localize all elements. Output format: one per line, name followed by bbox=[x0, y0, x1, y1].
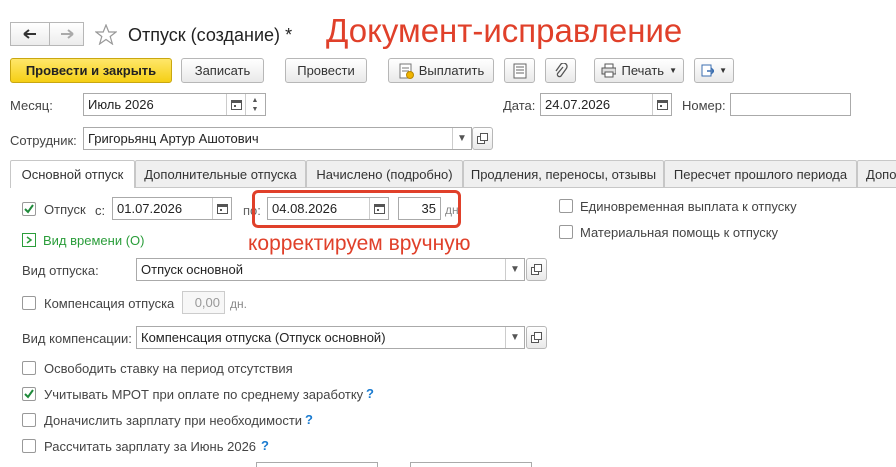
create-based-on-button[interactable]: ▼ bbox=[694, 58, 734, 83]
date-value: 24.07.2026 bbox=[545, 97, 611, 112]
material-aid-checkbox[interactable] bbox=[559, 225, 573, 239]
tabs-divider bbox=[135, 187, 896, 188]
employee-label: Сотрудник: bbox=[10, 133, 77, 148]
compensation-label: Компенсация отпуска bbox=[44, 296, 175, 311]
compensation-days-unit: дн. bbox=[230, 297, 247, 311]
pay-document-icon bbox=[399, 63, 414, 79]
back-button[interactable] bbox=[10, 22, 50, 46]
checkmark-icon bbox=[24, 204, 34, 214]
month-label: Месяц: bbox=[10, 98, 53, 113]
vacation-checkbox[interactable] bbox=[22, 202, 36, 216]
tab-more[interactable]: Допо bbox=[857, 160, 896, 187]
calc-salary-checkbox[interactable] bbox=[22, 439, 36, 453]
print-button-label: Печать bbox=[621, 63, 665, 78]
dropdown-arrow-icon: ▼ bbox=[719, 66, 727, 75]
tab-additional-vacations[interactable]: Дополнительные отпуска bbox=[135, 160, 306, 187]
arrow-right-icon bbox=[60, 29, 74, 39]
dropdown-arrow-icon: ▼ bbox=[669, 66, 677, 75]
release-rate-label: Освободить ставку на период отсутствия bbox=[44, 361, 293, 376]
open-form-icon bbox=[531, 332, 542, 343]
calendar-icon[interactable] bbox=[226, 94, 245, 115]
date-label: Дата: bbox=[503, 98, 536, 113]
tab-extensions[interactable]: Продления, переносы, отзывы bbox=[463, 160, 664, 187]
from-label: с: bbox=[95, 203, 106, 218]
tab-accrued-detail[interactable]: Начислено (подробно) bbox=[306, 160, 463, 187]
employee-field[interactable]: Григорьянц Артур Ашотович ▼ bbox=[83, 127, 472, 150]
comp-type-label: Вид компенсации: bbox=[22, 331, 132, 346]
comp-type-field[interactable]: Компенсация отпуска (Отпуск основной) ▼ bbox=[136, 326, 525, 349]
forward-button[interactable] bbox=[49, 22, 84, 46]
pay-button[interactable]: Выплатить bbox=[388, 58, 494, 83]
number-field[interactable] bbox=[730, 93, 851, 116]
post-and-close-button[interactable]: Провести и закрыть bbox=[10, 58, 172, 83]
mrot-help-icon[interactable]: ? bbox=[366, 386, 374, 401]
journal-button[interactable] bbox=[504, 58, 535, 83]
open-vacation-type-button[interactable] bbox=[526, 258, 547, 281]
printer-icon bbox=[601, 63, 617, 78]
material-aid-label: Материальная помощь к отпуску bbox=[580, 225, 779, 240]
pay-button-label: Выплатить bbox=[418, 63, 485, 78]
calc-salary-label: Рассчитать зарплату за Июнь 2026 bbox=[44, 439, 257, 454]
extra-salary-checkbox[interactable] bbox=[22, 413, 36, 427]
mrot-label: Учитывать МРОТ при оплате по среднему за… bbox=[44, 387, 364, 402]
vacation-type-field[interactable]: Отпуск основной ▼ bbox=[136, 258, 525, 281]
comp-type-value: Компенсация отпуска (Отпуск основной) bbox=[141, 330, 386, 345]
vacation-type-label: Вид отпуска: bbox=[22, 263, 99, 278]
journal-icon bbox=[513, 63, 526, 78]
extra-salary-label: Доначислить зарплату при необходимости bbox=[44, 413, 303, 428]
arrow-left-icon bbox=[23, 29, 36, 39]
annotation-title: Документ-исправление bbox=[326, 12, 683, 49]
mrot-checkbox[interactable] bbox=[22, 387, 36, 401]
month-field[interactable]: Июль 2026 ▲ ▼ bbox=[83, 93, 266, 116]
create-based-icon bbox=[701, 64, 715, 76]
dropdown-arrow-icon[interactable]: ▼ bbox=[452, 128, 471, 149]
open-form-icon bbox=[477, 133, 488, 144]
month-value: Июль 2026 bbox=[88, 97, 154, 112]
dropdown-arrow-icon[interactable]: ▼ bbox=[505, 327, 524, 348]
annotation-note: корректируем вручную bbox=[248, 232, 471, 255]
expand-time-type-icon[interactable] bbox=[22, 233, 36, 247]
paperclip-icon bbox=[554, 62, 568, 77]
lump-sum-label: Единовременная выплата к отпуску bbox=[580, 199, 797, 214]
number-label: Номер: bbox=[682, 98, 726, 113]
calc-salary-help-icon[interactable]: ? bbox=[261, 438, 269, 453]
calendar-icon[interactable] bbox=[652, 94, 671, 115]
attachment-button[interactable] bbox=[545, 58, 576, 83]
release-rate-checkbox[interactable] bbox=[22, 361, 36, 375]
dropdown-arrow-icon[interactable]: ▼ bbox=[505, 259, 524, 280]
checkmark-icon bbox=[24, 389, 34, 399]
month-spinner[interactable]: ▲ ▼ bbox=[245, 94, 264, 115]
post-button[interactable]: Провести bbox=[285, 58, 367, 83]
date-field[interactable]: 24.07.2026 bbox=[540, 93, 672, 116]
tab-recalculation[interactable]: Пересчет прошлого периода bbox=[664, 160, 857, 187]
compensation-checkbox[interactable] bbox=[22, 296, 36, 310]
open-employee-button[interactable] bbox=[472, 127, 493, 150]
from-date-field[interactable]: 01.07.2026 bbox=[112, 197, 232, 220]
calendar-icon[interactable] bbox=[212, 198, 231, 219]
tab-main-vacation[interactable]: Основной отпуск bbox=[10, 160, 135, 188]
time-type-link[interactable]: Вид времени (О) bbox=[43, 233, 145, 248]
vacation-label: Отпуск bbox=[44, 202, 86, 217]
highlight-frame bbox=[252, 190, 461, 228]
extra-salary-help-icon[interactable]: ? bbox=[305, 412, 313, 427]
page-title: Отпуск (создание) * bbox=[128, 25, 293, 45]
open-form-icon bbox=[531, 264, 542, 275]
compensation-days-field[interactable]: 0,00 bbox=[182, 291, 225, 314]
open-comp-type-button[interactable] bbox=[526, 326, 547, 349]
lump-sum-checkbox[interactable] bbox=[559, 199, 573, 213]
from-date-value: 01.07.2026 bbox=[117, 201, 183, 216]
save-button[interactable]: Записать bbox=[181, 58, 264, 83]
employee-value: Григорьянц Артур Ашотович bbox=[88, 131, 259, 146]
vacation-type-value: Отпуск основной bbox=[141, 262, 243, 277]
favorite-star-icon[interactable] bbox=[94, 23, 118, 48]
print-button[interactable]: Печать ▼ bbox=[594, 58, 684, 83]
